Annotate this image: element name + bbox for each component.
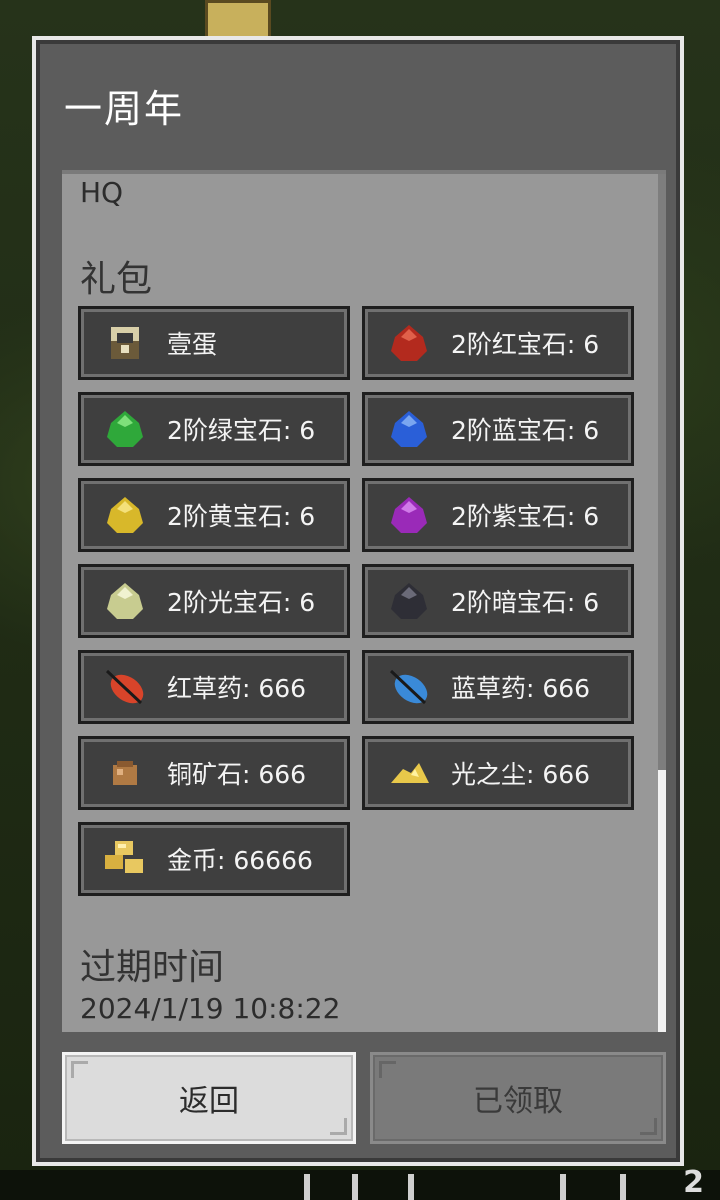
item-label: 铜矿石: 666: [167, 760, 307, 789]
claimed-button-label: 已领取: [473, 1084, 563, 1119]
claimed-button[interactable]: 已领取: [370, 1052, 666, 1144]
blue-herb-icon: [381, 659, 437, 715]
light-gem-icon: [97, 573, 153, 629]
button-corner: [640, 1118, 657, 1135]
gift-item[interactable]: 蓝草药: 666: [362, 650, 634, 724]
item-label: 2阶黄宝石: 6: [167, 502, 316, 531]
gift-item[interactable]: 2阶暗宝石: 6: [362, 564, 634, 638]
button-corner: [71, 1061, 88, 1078]
gift-item[interactable]: 2阶紫宝石: 6: [362, 478, 634, 552]
back-button-label: 返回: [179, 1084, 239, 1119]
item-label: 2阶光宝石: 6: [167, 588, 316, 617]
copper-ore-icon: [97, 745, 153, 801]
green-gem-icon: [97, 401, 153, 457]
dialog-content[interactable]: HQ 礼包 壹蛋 2阶红宝石: 6 2阶绿宝石: 6 2阶蓝宝石: 6 2阶黄宝…: [62, 170, 666, 1032]
gift-item[interactable]: 红草药: 666: [78, 650, 350, 724]
bar-tick: [352, 1174, 358, 1200]
background-bottom-bar: 2: [0, 1165, 720, 1200]
bar-tick: [620, 1174, 626, 1200]
item-label: 光之尘: 666: [451, 760, 591, 789]
gift-item[interactable]: 2阶绿宝石: 6: [78, 392, 350, 466]
blue-gem-icon: [381, 401, 437, 457]
gift-item[interactable]: 2阶蓝宝石: 6: [362, 392, 634, 466]
gift-item[interactable]: 铜矿石: 666: [78, 736, 350, 810]
gold-coin-icon: [97, 831, 153, 887]
dark-gem-icon: [381, 573, 437, 629]
gift-code: HQ: [80, 176, 124, 209]
expire-heading: 过期时间: [80, 947, 225, 988]
item-label: 2阶紫宝石: 6: [451, 502, 600, 531]
gift-item[interactable]: 2阶黄宝石: 6: [78, 478, 350, 552]
gift-item[interactable]: 光之尘: 666: [362, 736, 634, 810]
egg-icon: [97, 315, 153, 371]
gift-item[interactable]: 2阶红宝石: 6: [362, 306, 634, 380]
item-label: 壹蛋: [167, 330, 218, 359]
gift-heading: 礼包: [80, 259, 153, 300]
back-button[interactable]: 返回: [62, 1052, 356, 1144]
red-gem-icon: [381, 315, 437, 371]
background-number: 2: [683, 1165, 704, 1200]
item-label: 2阶红宝石: 6: [451, 330, 600, 359]
item-label: 2阶暗宝石: 6: [451, 588, 600, 617]
item-label: 2阶绿宝石: 6: [167, 416, 316, 445]
background-sign: [205, 0, 271, 40]
bar-tick: [408, 1174, 414, 1200]
item-label: 金币: 66666: [167, 846, 313, 875]
gift-item[interactable]: 壹蛋: [78, 306, 350, 380]
red-herb-icon: [97, 659, 153, 715]
item-label: 红草药: 666: [167, 674, 307, 703]
purple-gem-icon: [381, 487, 437, 543]
yellow-gem-icon: [97, 487, 153, 543]
bar-tick: [560, 1174, 566, 1200]
bar-tick: [304, 1174, 310, 1200]
expire-time: 2024/1/19 10:8:22: [80, 992, 341, 1025]
item-label: 2阶蓝宝石: 6: [451, 416, 600, 445]
gift-dialog: 一周年 HQ 礼包 壹蛋 2阶红宝石: 6 2阶绿宝石: 6 2阶蓝宝石: 6 …: [32, 36, 684, 1166]
scrollbar-track[interactable]: [658, 174, 666, 1032]
light-dust-icon: [381, 745, 437, 801]
button-corner: [379, 1061, 396, 1078]
gift-item[interactable]: 金币: 66666: [78, 822, 350, 896]
scrollbar-thumb[interactable]: [658, 770, 666, 1032]
gift-item[interactable]: 2阶光宝石: 6: [78, 564, 350, 638]
item-label: 蓝草药: 666: [451, 674, 591, 703]
dialog-title: 一周年: [64, 87, 185, 131]
button-corner: [330, 1118, 347, 1135]
